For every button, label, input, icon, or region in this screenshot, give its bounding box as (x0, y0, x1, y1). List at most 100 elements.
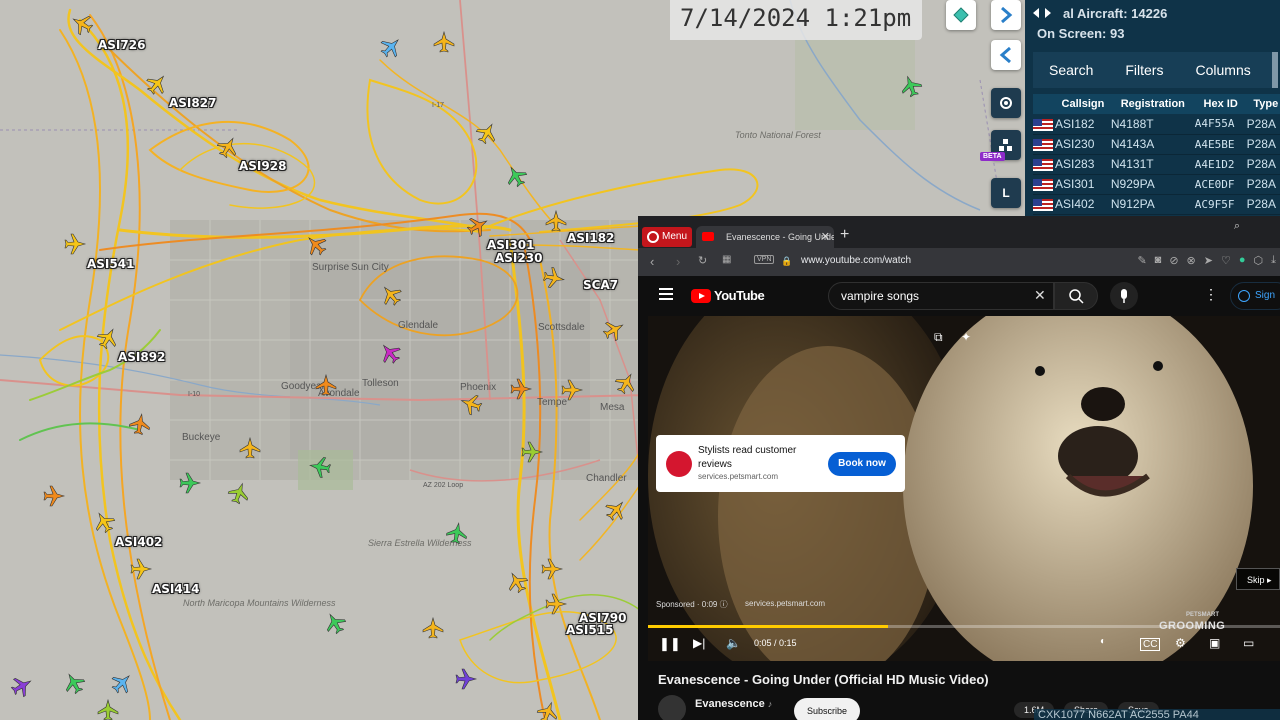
pause-icon[interactable]: ❚❚ (659, 636, 681, 652)
settings-icon[interactable]: ⚙ (1175, 636, 1186, 650)
search-button[interactable] (1054, 282, 1098, 310)
aircraft-icon[interactable] (376, 32, 406, 62)
column-header-hex[interactable]: Hex ID (1194, 94, 1247, 114)
aircraft-label[interactable]: ASI402 (115, 535, 162, 549)
tracker-icon[interactable]: ⊗ (1187, 254, 1196, 267)
close-tab-icon[interactable]: ✕ (821, 226, 830, 248)
ad-card[interactable]: Stylists read customer reviews services.… (656, 435, 905, 492)
aircraft-icon[interactable] (320, 608, 350, 638)
panel-nav-arrows[interactable] (1031, 6, 1053, 25)
aircraft-label[interactable]: ASI928 (239, 159, 286, 173)
aircraft-icon[interactable] (97, 699, 119, 720)
aircraft-icon[interactable] (59, 668, 89, 698)
aircraft-label[interactable]: ASI182 (567, 231, 614, 245)
layer-l-button[interactable]: L (991, 178, 1021, 208)
aircraft-icon[interactable] (213, 132, 243, 162)
aircraft-label[interactable]: SCA7 (583, 278, 618, 292)
edit-icon[interactable]: ✎ (1137, 254, 1146, 267)
aircraft-label[interactable]: ASI726 (98, 38, 145, 52)
aircraft-icon[interactable] (455, 668, 477, 690)
aircraft-icon[interactable] (7, 671, 37, 701)
hamburger-menu-icon[interactable] (659, 288, 673, 300)
aircraft-icon[interactable] (375, 338, 405, 368)
tabs-grid-icon[interactable]: ▦ (722, 254, 731, 265)
table-row[interactable]: ASI230 N4143A A4E5BE P28A (1033, 134, 1280, 155)
more-options-icon[interactable]: ⋮ (1204, 286, 1218, 303)
next-icon[interactable]: ▶| (693, 636, 705, 650)
aircraft-label[interactable]: ASI230 (495, 251, 542, 265)
aircraft-icon[interactable] (501, 161, 531, 191)
settings-button[interactable] (991, 88, 1021, 118)
skip-ad-button[interactable]: Skip ▸ (1236, 568, 1280, 590)
channel-avatar[interactable] (658, 695, 686, 720)
url-field[interactable]: www.youtube.com/watch (801, 255, 911, 266)
aircraft-icon[interactable] (545, 210, 567, 232)
aircraft-icon[interactable] (142, 69, 172, 99)
miniplayer-icon[interactable]: ⧉ (934, 330, 952, 348)
aircraft-label[interactable]: ASI301 (487, 238, 534, 252)
search-input[interactable]: vampire songs (828, 282, 1054, 310)
aircraft-icon[interactable] (541, 558, 563, 580)
aircraft-icon[interactable] (463, 211, 493, 241)
subscribe-button[interactable]: Subscribe (794, 698, 860, 720)
channel-name[interactable]: Evanescence ♪ (695, 698, 772, 710)
sparkle-icon[interactable]: ✦ (961, 330, 979, 348)
box-icon[interactable]: ⬡ (1254, 254, 1264, 267)
camera-icon[interactable]: ◙ (1155, 254, 1162, 267)
aircraft-icon[interactable] (315, 374, 337, 396)
tab-columns[interactable]: Columns (1179, 52, 1266, 88)
aircraft-icon[interactable] (444, 520, 470, 546)
heart-icon[interactable]: ♡ (1221, 254, 1231, 267)
aircraft-icon[interactable] (433, 31, 455, 53)
forward-icon[interactable]: › (676, 254, 680, 269)
download-icon[interactable]: ⤓ (1271, 254, 1276, 267)
aircraft-icon[interactable] (225, 479, 253, 507)
aircraft-icon[interactable] (107, 668, 137, 698)
aircraft-icon[interactable] (67, 9, 97, 39)
panel-scrollbar[interactable] (1272, 52, 1278, 88)
table-row[interactable]: ASI402 N912PA AC9F5F P28A (1033, 194, 1280, 215)
aircraft-icon[interactable] (502, 567, 532, 597)
captions-icon[interactable]: CC (1140, 638, 1161, 651)
column-header-registration[interactable]: Registration (1110, 94, 1195, 114)
expand-panel-button[interactable] (991, 0, 1021, 30)
table-row[interactable]: ASI283 N4131T A4E1D2 P28A (1033, 154, 1280, 175)
tab-search-icon[interactable]: ⌕ (1234, 220, 1240, 233)
vpn-badge[interactable]: VPN (754, 255, 775, 264)
aircraft-icon[interactable] (534, 698, 562, 720)
autoplay-toggle-icon[interactable]: ◐ (1100, 636, 1106, 647)
volume-icon[interactable]: 🔈 (726, 636, 741, 650)
aircraft-label[interactable]: ASI892 (118, 350, 165, 364)
new-tab-button[interactable]: + (840, 226, 849, 244)
profile-icon[interactable]: ● (1239, 254, 1246, 267)
aircraft-icon[interactable] (43, 485, 65, 507)
sign-in-button[interactable]: Sign (1230, 282, 1280, 310)
table-row[interactable]: ASI182 N4188T A4F55A P28A (1033, 114, 1280, 135)
adblock-icon[interactable]: ⊘ (1169, 254, 1178, 267)
aircraft-label[interactable]: ASI827 (169, 96, 216, 110)
aircraft-label[interactable]: ASI414 (152, 582, 199, 596)
book-now-button[interactable]: Book now (828, 452, 896, 476)
column-header-callsign[interactable]: Callsign (1055, 94, 1111, 114)
back-icon[interactable]: ‹ (650, 254, 654, 269)
aircraft-icon[interactable] (301, 230, 331, 260)
aircraft-icon[interactable] (611, 368, 641, 398)
youtube-logo[interactable]: YouTube (691, 288, 765, 303)
miniplayer-button-icon[interactable]: ▣ (1209, 636, 1220, 650)
aircraft-icon[interactable] (599, 315, 629, 345)
aircraft-icon[interactable] (510, 378, 532, 400)
table-row[interactable]: ASI301 N929PA ACE0DF P28A (1033, 174, 1280, 195)
aircraft-icon[interactable] (239, 437, 261, 459)
sponsored-domain[interactable]: services.petsmart.com (745, 599, 825, 608)
opera-menu-button[interactable]: Menu (642, 227, 692, 247)
theater-mode-icon[interactable]: ▭ (1243, 636, 1254, 650)
aircraft-icon[interactable] (179, 472, 201, 494)
send-icon[interactable]: ➤ (1204, 254, 1213, 267)
aircraft-icon[interactable] (521, 441, 543, 463)
aircraft-icon[interactable] (307, 454, 333, 480)
aircraft-icon[interactable] (127, 411, 153, 437)
reload-icon[interactable]: ↻ (698, 254, 707, 267)
browser-tab-youtube[interactable]: Evanescence - Going Under ✕ (696, 226, 834, 248)
layers-button[interactable] (946, 0, 976, 30)
aircraft-icon[interactable] (422, 617, 444, 639)
